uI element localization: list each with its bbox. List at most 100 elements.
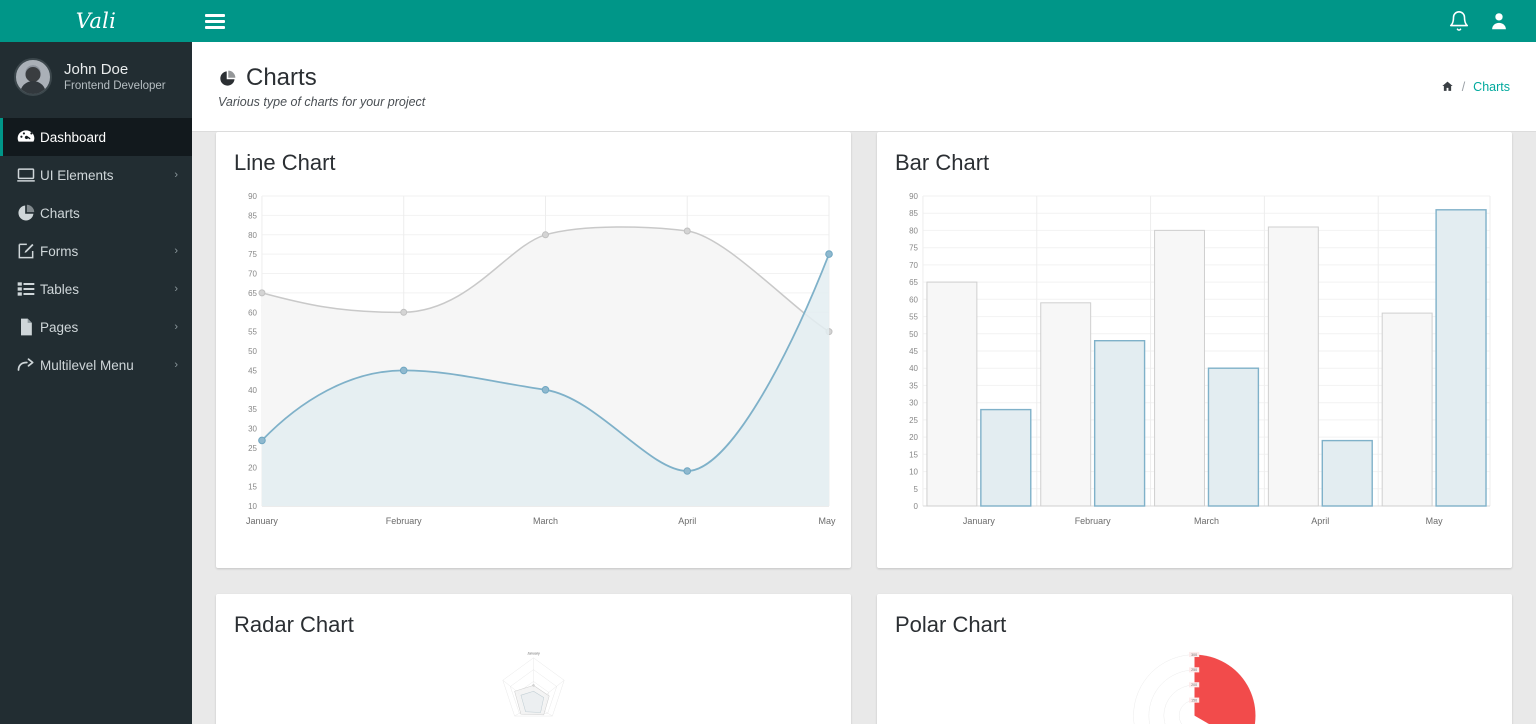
card-title: Line Chart	[234, 150, 336, 175]
main-content: Line Chart 90 85 80 75 70 65 60 55 50 45…	[192, 132, 1536, 724]
sidebar-item-label: Charts	[40, 205, 80, 221]
page-subtitle: Various type of charts for your project	[218, 95, 426, 109]
svg-text:10: 10	[248, 502, 257, 511]
page-title-block: Charts Various type of charts for your p…	[218, 64, 425, 109]
svg-text:65: 65	[248, 289, 257, 298]
line-chart-xtick-labels: January February March April May	[246, 516, 836, 526]
sidebar-item-label: Pages	[40, 319, 79, 335]
svg-text:60: 60	[248, 308, 257, 317]
svg-text:80: 80	[248, 231, 257, 240]
charts-row-1: Line Chart 90 85 80 75 70 65 60 55 50 45…	[216, 132, 1512, 568]
svg-text:20: 20	[909, 433, 918, 442]
user-icon[interactable]	[1488, 10, 1510, 32]
edit-icon	[16, 241, 36, 261]
line-chart-canvas[interactable]: 90 85 80 75 70 65 60 55 50 45 40 35 30 2…	[230, 186, 837, 558]
sidebar: John Doe Frontend Developer Dashboard UI…	[0, 42, 192, 724]
breadcrumb-separator: /	[1461, 79, 1466, 94]
page-header: Charts Various type of charts for your p…	[192, 42, 1536, 132]
svg-text:200: 200	[1191, 683, 1197, 687]
svg-text:70: 70	[248, 269, 257, 278]
card-title: Radar Chart	[234, 612, 354, 637]
bar-chart-svg: 90 85 80 75 70 65 60 55 50 45 40 35 30 2…	[909, 192, 1491, 526]
sidebar-item-pages[interactable]: Pages ›	[0, 308, 192, 346]
card-polar-chart: Polar Chart 300 250 200 150	[877, 594, 1512, 724]
svg-text:March: March	[533, 516, 558, 526]
svg-text:40: 40	[909, 364, 918, 373]
charts-row-2: Radar Chart January Polar Chart 300 250 …	[216, 594, 1512, 724]
svg-text:45: 45	[909, 347, 918, 356]
svg-text:May: May	[1426, 516, 1443, 526]
radar-axis-label-january: January	[527, 651, 540, 655]
sidebar-item-label: Multilevel Menu	[40, 357, 134, 373]
svg-text:March: March	[1194, 516, 1219, 526]
chevron-right-icon: ›	[174, 321, 178, 333]
line-chart-svg: 90 85 80 75 70 65 60 55 50 45 40 35 30 2…	[246, 192, 836, 526]
svg-text:55: 55	[909, 313, 918, 322]
sidebar-item-dashboard[interactable]: Dashboard	[0, 118, 192, 156]
svg-text:40: 40	[248, 386, 257, 395]
chevron-right-icon: ›	[174, 359, 178, 371]
svg-text:85: 85	[909, 209, 918, 218]
dashboard-icon	[16, 127, 36, 147]
bar-chart-bars	[926, 209, 1487, 507]
menu-toggle-button[interactable]	[198, 0, 232, 42]
svg-text:February: February	[1075, 516, 1111, 526]
svg-text:65: 65	[909, 278, 918, 287]
radar-chart-svg: January	[502, 651, 565, 717]
svg-text:50: 50	[909, 330, 918, 339]
sidebar-item-label: Tables	[40, 281, 80, 297]
svg-text:May: May	[819, 516, 836, 526]
sidebar-item-forms[interactable]: Forms ›	[0, 232, 192, 270]
bell-icon[interactable]	[1448, 10, 1470, 32]
arrow-icon	[16, 355, 36, 375]
bar-chart-ytick-labels: 90 85 80 75 70 65 60 55 50 45 40 35 30 2…	[909, 192, 918, 511]
chevron-right-icon: ›	[174, 245, 178, 257]
svg-text:30: 30	[248, 424, 257, 433]
svg-text:75: 75	[909, 244, 918, 253]
breadcrumb-current[interactable]: Charts	[1473, 80, 1510, 94]
sidebar-profile[interactable]: John Doe Frontend Developer	[0, 42, 192, 114]
sidebar-item-tables[interactable]: Tables ›	[0, 270, 192, 308]
svg-text:80: 80	[909, 226, 918, 235]
card-title: Polar Chart	[895, 612, 1007, 637]
bar-chart-canvas[interactable]: 90 85 80 75 70 65 60 55 50 45 40 35 30 2…	[891, 186, 1498, 558]
svg-text:20: 20	[248, 463, 257, 472]
svg-text:50: 50	[248, 347, 257, 356]
brand-logo[interactable]: Vali	[0, 0, 192, 42]
svg-text:January: January	[963, 516, 995, 526]
profile-text: John Doe Frontend Developer	[64, 61, 166, 94]
avatar	[14, 58, 52, 96]
svg-text:25: 25	[909, 416, 918, 425]
pie-chart-icon	[16, 203, 36, 223]
svg-text:300: 300	[1191, 653, 1197, 657]
svg-text:10: 10	[909, 468, 918, 477]
svg-text:90: 90	[248, 192, 257, 201]
card-line-chart: Line Chart 90 85 80 75 70 65 60 55 50 45…	[216, 132, 851, 568]
chevron-right-icon: ›	[174, 283, 178, 295]
home-icon[interactable]	[1441, 80, 1454, 93]
svg-text:35: 35	[248, 405, 257, 414]
top-navbar: Vali	[0, 0, 1536, 42]
sidebar-item-charts[interactable]: Charts	[0, 194, 192, 232]
svg-text:70: 70	[909, 261, 918, 270]
topbar-actions	[1448, 10, 1536, 32]
radar-chart-canvas[interactable]: January	[230, 648, 837, 724]
polar-chart-canvas[interactable]: 300 250 200 150	[891, 648, 1498, 724]
pie-chart-icon	[218, 69, 237, 88]
svg-text:85: 85	[248, 211, 257, 220]
page-title-text: Charts	[246, 64, 317, 91]
line-chart-ytick-labels: 90 85 80 75 70 65 60 55 50 45 40 35 30 2…	[248, 192, 257, 511]
chevron-right-icon: ›	[174, 169, 178, 181]
svg-text:45: 45	[248, 366, 257, 375]
sidebar-item-multilevel-menu[interactable]: Multilevel Menu ›	[0, 346, 192, 384]
breadcrumb: / Charts	[1441, 80, 1510, 94]
hamburger-bar	[205, 19, 225, 23]
svg-text:15: 15	[909, 450, 918, 459]
app-root: Vali John Doe Frontend Developer Dashboa…	[0, 0, 1536, 724]
svg-text:January: January	[246, 516, 278, 526]
monitor-icon	[16, 165, 36, 185]
sidebar-nav: Dashboard UI Elements › Charts Forms › T…	[0, 114, 192, 384]
sidebar-item-ui-elements[interactable]: UI Elements ›	[0, 156, 192, 194]
polar-chart-slice-300	[1194, 654, 1256, 724]
polar-chart-svg: 300 250 200 150	[1133, 651, 1256, 724]
